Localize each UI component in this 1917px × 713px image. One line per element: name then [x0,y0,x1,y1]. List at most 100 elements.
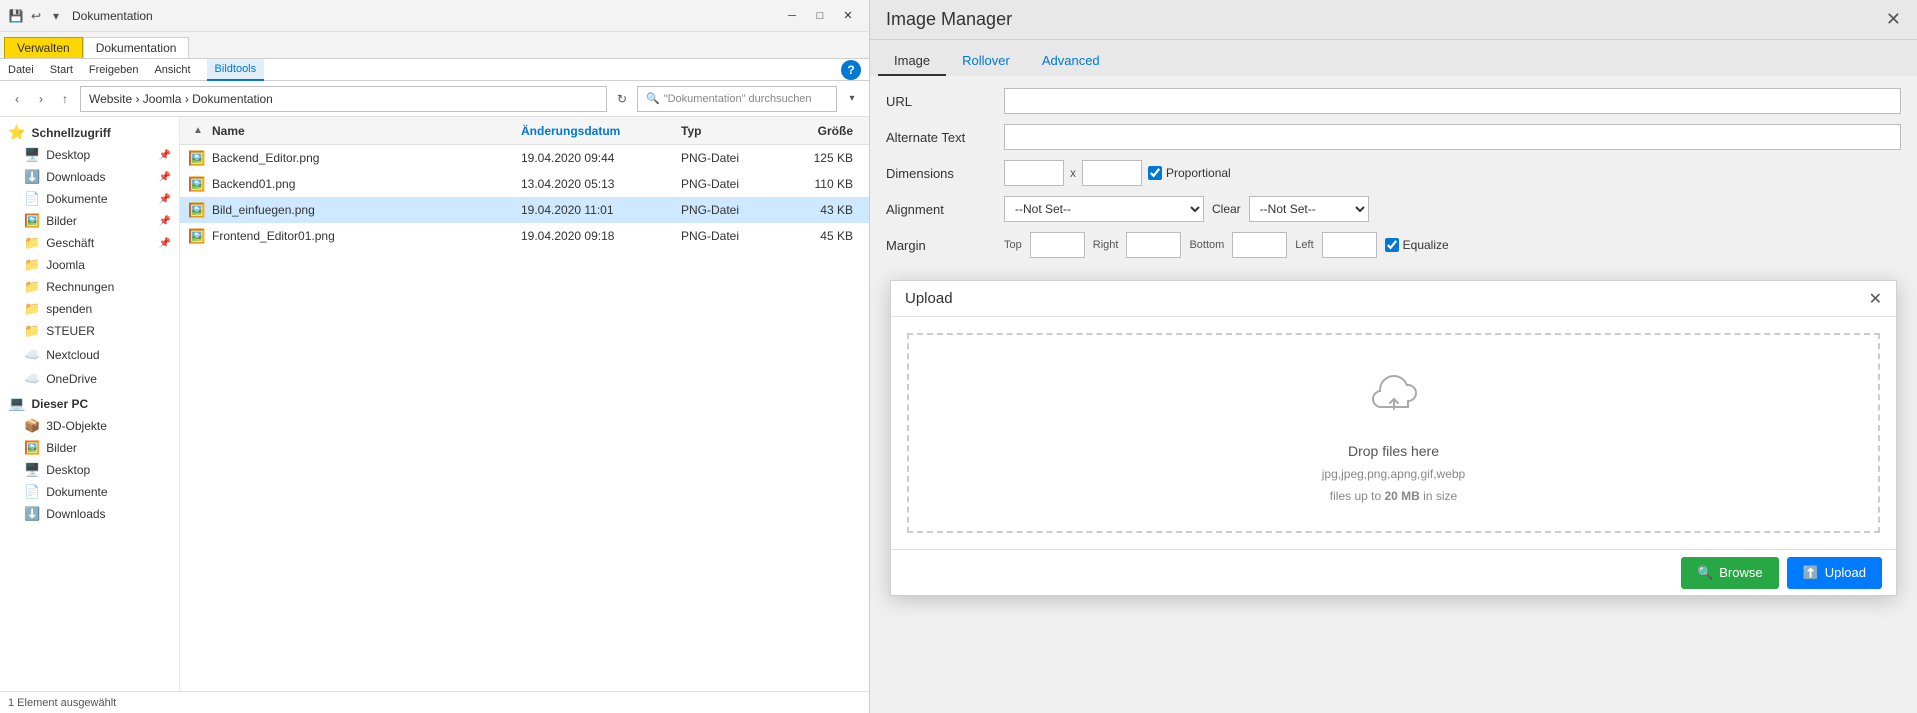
file-name-1: Backend01.png [212,177,521,191]
sidebar-item-bilder-pc[interactable]: 🖼️ Bilder [0,437,179,459]
sidebar-item-3d[interactable]: 📦 3D-Objekte [0,415,179,437]
sidebar-item-rechnungen[interactable]: 📁 Rechnungen [0,276,179,298]
height-input[interactable] [1082,160,1142,186]
tab-rollover[interactable]: Rollover [946,47,1026,76]
sidebar-item-onedrive[interactable]: ☁️ OneDrive [0,368,179,390]
margin-left-input[interactable] [1322,232,1377,258]
width-input[interactable] [1004,160,1064,186]
sidebar-item-steuer[interactable]: 📁 STEUER [0,320,179,342]
alignment-select[interactable]: --Not Set-- [1004,196,1204,222]
sidebar-item-nextcloud[interactable]: ☁️ Nextcloud [0,344,179,366]
margin-bottom-input[interactable] [1232,232,1287,258]
address-path[interactable]: Website › Joomla › Dokumentation [80,86,607,112]
upload-dialog: Upload ✕ Drop files here jpg,jpeg,png,ap… [890,280,1897,596]
folder-joomla-icon: 📁 [24,257,40,273]
file-icon-0: 🖼️ [188,150,208,167]
tab-dokumentation[interactable]: Dokumentation [83,37,190,58]
alt-text-input[interactable] [1004,124,1901,150]
close-button[interactable]: ✕ [835,5,861,27]
equalize-wrap: Equalize [1385,238,1449,252]
nextcloud-icon: ☁️ [24,347,40,363]
col-date[interactable]: Änderungsdatum [521,124,681,138]
ribbon-bildtools[interactable]: Bildtools [207,59,265,81]
file-row[interactable]: 🖼️ Backend01.png 13.04.2020 05:13 PNG-Da… [180,171,869,197]
upload-dropzone[interactable]: Drop files here jpg,jpeg,png,apng,gif,we… [907,333,1880,533]
up-button[interactable]: ↑ [54,88,76,110]
back-button[interactable]: ‹ [6,88,28,110]
ribbon-ansicht[interactable]: Ansicht [154,64,190,76]
sidebar-item-geschaeft[interactable]: 📁 Geschäft 📌 [0,232,179,254]
file-type-0: PNG-Datei [681,151,781,165]
sidebar-item-dokumente[interactable]: 📄 Dokumente 📌 [0,188,179,210]
col-size[interactable]: Größe [781,124,861,138]
url-input[interactable] [1004,88,1901,114]
sidebar-item-spenden[interactable]: 📁 spenden [0,298,179,320]
status-text: 1 Element ausgewählt [8,697,116,709]
file-date-1: 13.04.2020 05:13 [521,177,681,191]
tab-advanced[interactable]: Advanced [1026,47,1116,76]
margin-right-label: Right [1093,239,1119,251]
upload-footer: 🔍 Browse ⬆️ Upload [891,549,1896,595]
refresh-button[interactable]: ↻ [611,88,633,110]
search-box[interactable]: 🔍 "Dokumentation" durchsuchen [637,86,837,112]
tab-verwalten[interactable]: Verwalten [4,37,83,58]
folder-rechnungen-icon: 📁 [24,279,40,295]
status-bar: 1 Element ausgewählt [0,691,869,713]
tab-image[interactable]: Image [878,47,946,76]
quick-access-toolbar-undo[interactable]: ↩ [28,8,44,24]
proportional-checkbox[interactable] [1148,166,1162,180]
quick-access-toolbar-more[interactable]: ▾ [48,8,64,24]
image-manager-close[interactable]: ✕ [1886,9,1901,30]
file-type-2: PNG-Datei [681,203,781,217]
upload-cloud-icon [1364,363,1424,435]
pin-icon-5: 📌 [159,238,171,249]
equalize-checkbox[interactable] [1385,238,1399,252]
minimize-button[interactable]: ─ [779,5,805,27]
margin-top-input[interactable] [1030,232,1085,258]
sidebar-item-desktop-pc[interactable]: 🖥️ Desktop [0,459,179,481]
margin-bottom-label: Bottom [1189,239,1224,251]
col-type[interactable]: Typ [681,124,781,138]
search-icon: 🔍 [646,92,660,105]
help-button[interactable]: ? [841,60,861,80]
alt-text-label: Alternate Text [886,130,996,145]
ribbon-freigeben[interactable]: Freigeben [89,64,139,76]
margin-right-input[interactable] [1126,232,1181,258]
dokumente-pc-icon: 📄 [24,484,40,500]
forward-button[interactable]: › [30,88,52,110]
upload-close-button[interactable]: ✕ [1869,289,1882,309]
download-icon: ⬇️ [24,169,40,185]
pin-icon-2: 📌 [159,172,171,183]
file-icon-3: 🖼️ [188,228,208,245]
3d-icon: 📦 [24,418,40,434]
path-text: Website › Joomla › Dokumentation [89,92,273,106]
sidebar-item-dokumente-pc[interactable]: 📄 Dokumente [0,481,179,503]
window-controls: ─ □ ✕ [779,5,861,27]
file-list-header: ▲ Name Änderungsdatum Typ Größe [180,117,869,145]
this-pc-header[interactable]: 💻 Dieser PC [0,392,179,415]
search-dropdown[interactable]: ▾ [841,88,863,110]
file-row[interactable]: 🖼️ Frontend_Editor01.png 19.04.2020 09:1… [180,223,869,249]
bilder-pc-icon: 🖼️ [24,440,40,456]
file-row-selected[interactable]: 🖼️ Bild_einfuegen.png 19.04.2020 11:01 P… [180,197,869,223]
col-name[interactable]: Name [208,124,521,138]
file-size-1: 110 KB [781,177,861,191]
ribbon-datei[interactable]: Datei [8,64,34,76]
sidebar-item-bilder[interactable]: 🖼️ Bilder 📌 [0,210,179,232]
file-list: ▲ Name Änderungsdatum Typ Größe 🖼️ Backe… [180,117,869,691]
sidebar-item-joomla[interactable]: 📁 Joomla [0,254,179,276]
ribbon: Verwalten Dokumentation Datei Start Frei… [0,32,869,81]
file-row[interactable]: 🖼️ Backend_Editor.png 19.04.2020 09:44 P… [180,145,869,171]
ribbon-start[interactable]: Start [50,64,73,76]
quick-access-header[interactable]: ⭐ Schnellzugriff [0,121,179,144]
clear-select[interactable]: --Not Set-- [1249,196,1369,222]
sidebar-item-downloads-pc[interactable]: ⬇️ Downloads [0,503,179,525]
sidebar-item-desktop[interactable]: 🖥️ Desktop 📌 [0,144,179,166]
this-pc-section: 💻 Dieser PC 📦 3D-Objekte 🖼️ Bilder 🖥️ De… [0,392,179,525]
upload-button[interactable]: ⬆️ Upload [1787,557,1882,589]
maximize-button[interactable]: □ [807,5,833,27]
sidebar-item-downloads[interactable]: ⬇️ Downloads 📌 [0,166,179,188]
onedrive-section: ☁️ OneDrive [0,368,179,390]
quick-access-toolbar-save[interactable]: 💾 [8,8,24,24]
browse-button[interactable]: 🔍 Browse [1681,557,1779,589]
